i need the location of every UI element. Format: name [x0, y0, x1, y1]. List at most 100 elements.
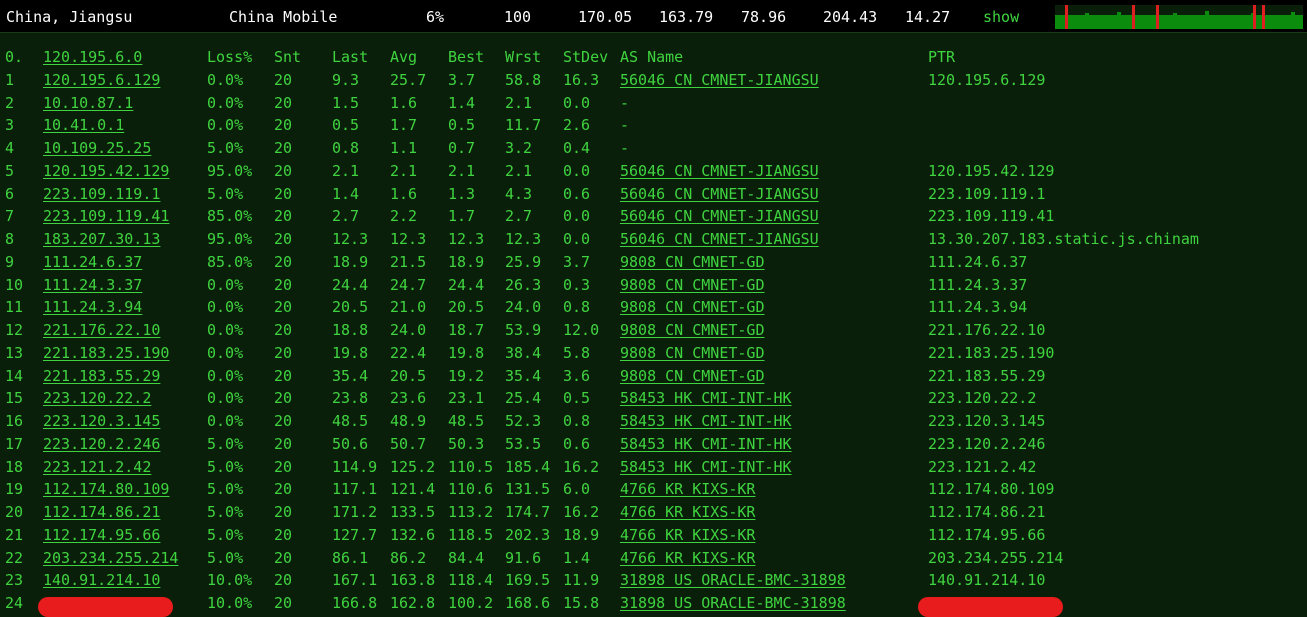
hop-as-name: - — [620, 93, 630, 112]
hop-stdev: 0.6 — [563, 434, 591, 453]
hop-host[interactable]: 223.120.22.2 — [43, 389, 151, 407]
hop-as-name[interactable]: 58453 HK CMI-INT-HK — [620, 458, 792, 476]
hop-best: 0.5 — [448, 116, 476, 135]
hop-stdev: 3.7 — [563, 252, 591, 271]
hop-as-name[interactable]: 56046 CN CMNET-JIANGSU — [620, 162, 819, 180]
hop-host[interactable]: 223.121.2.42 — [43, 458, 151, 476]
hop-host[interactable]: 223.109.119.41 — [43, 207, 169, 225]
hop-ptr: 111.24.6.37 — [928, 252, 1028, 271]
hop-host[interactable]: 120.195.6.129 — [43, 71, 160, 89]
table-row: 5 120.195.42.129 95.0% 20 2.1 2.1 2.1 2.1 0.0 560… — [0, 162, 1307, 184]
hop-ptr: 223.120.2.246 — [928, 434, 1046, 453]
hop-host[interactable]: 111.24.6.37 — [43, 253, 142, 271]
hop-as-name[interactable]: 4766 KR KIXS-KR — [620, 480, 755, 498]
hop-host[interactable]: 223.120.3.145 — [43, 412, 160, 430]
header-last: Last — [332, 48, 369, 66]
table-row: 2 10.10.87.1 0.0% 20 1.5 1.6 1.4 2.1 0.0 - — [0, 94, 1307, 116]
hop-host[interactable]: 111.24.3.94 — [43, 298, 142, 316]
hop-avg: 48.9 — [390, 412, 427, 430]
hop-sent: 20 — [274, 139, 293, 157]
hop-host[interactable]: 223.120.2.246 — [43, 435, 160, 453]
show-link[interactable]: show — [983, 8, 1019, 26]
hop-as-name[interactable]: 31898 US ORACLE-BMC-31898 — [620, 594, 846, 612]
hop-last: 18.9 — [332, 252, 369, 271]
hop-sent: 20 — [274, 184, 293, 203]
hop-number: 6 — [5, 184, 15, 203]
sparkline-bump — [1205, 11, 1209, 15]
hop-as-name[interactable]: 56046 CN CMNET-JIANGSU — [620, 207, 819, 225]
hop-worst: 25.9 — [505, 252, 542, 271]
hop-host[interactable]: 183.207.30.13 — [43, 230, 160, 248]
hop-stdev: 0.6 — [563, 184, 591, 203]
hop-loss: 0.0% — [207, 275, 244, 294]
hop-number: 10 — [5, 275, 24, 294]
hop-host[interactable]: 112.174.80.109 — [43, 480, 169, 498]
hop-host[interactable]: 221.176.22.10 — [43, 321, 160, 339]
hop-number: 4 — [5, 139, 15, 157]
hop-stdev: 1.4 — [563, 548, 591, 567]
hop-loss: 0.0% — [207, 412, 244, 430]
hop-worst: 12.3 — [505, 230, 542, 248]
hop-best: 20.5 — [448, 298, 485, 317]
hop-host[interactable]: 112.174.86.21 — [43, 503, 160, 521]
hop-host[interactable]: 223.109.119.1 — [43, 185, 160, 203]
hop-last: 166.8 — [332, 594, 378, 612]
hop-as-name[interactable]: 58453 HK CMI-INT-HK — [620, 435, 792, 453]
header-ptr: PTR — [928, 48, 956, 66]
hop-number: 16 — [5, 412, 24, 430]
hop-stdev: 6.0 — [563, 480, 591, 499]
hop-last: 1.5 — [332, 93, 360, 112]
hop-host[interactable]: 10.41.0.1 — [43, 116, 124, 134]
hop-host[interactable]: 10.109.25.25 — [43, 139, 151, 157]
hop-host[interactable]: 112.174.95.66 — [43, 526, 160, 544]
hop-loss: 5.0% — [207, 139, 244, 157]
hop-best: 24.4 — [448, 275, 485, 294]
hop-host[interactable]: 203.234.255.214 — [43, 549, 178, 567]
hop-host[interactable]: 111.24.3.37 — [43, 276, 142, 294]
header-target-host[interactable]: 120.195.6.0 — [43, 48, 142, 66]
hop-last: 9.3 — [332, 70, 360, 89]
hop-host[interactable]: 221.183.55.29 — [43, 367, 160, 385]
hop-as-name[interactable]: 58453 HK CMI-INT-HK — [620, 389, 792, 407]
hop-loss: 5.0% — [207, 434, 244, 453]
hop-ptr: 111.24.3.37 — [928, 275, 1028, 294]
hop-as-name[interactable]: 56046 CN CMNET-JIANGSU — [620, 71, 819, 89]
hop-as-name[interactable]: 9808 CN CMNET-GD — [620, 367, 765, 385]
hop-as-name[interactable]: 9808 CN CMNET-GD — [620, 298, 765, 316]
hop-as-name[interactable]: 31898 US ORACLE-BMC-31898 — [620, 571, 846, 589]
sparkline-loss-spike — [1065, 5, 1068, 29]
summary-last: 170.05 — [578, 8, 633, 26]
sparkline-loss-spike — [1262, 5, 1265, 29]
hop-host[interactable]: 140.91.214.10 — [43, 571, 160, 589]
hop-last: 86.1 — [332, 548, 369, 567]
hop-host[interactable]: 10.10.87.1 — [43, 94, 133, 112]
hop-ptr: 140.91.214.10 — [928, 571, 1046, 590]
hop-ptr: 112.174.86.21 — [928, 503, 1046, 521]
hop-as-name[interactable]: 56046 CN CMNET-JIANGSU — [620, 230, 819, 248]
hop-as-name[interactable]: 4766 KR KIXS-KR — [620, 503, 755, 521]
hop-ptr: 112.174.80.109 — [928, 480, 1055, 499]
hop-as-name[interactable]: 56046 CN CMNET-JIANGSU — [620, 185, 819, 203]
hop-as-name[interactable]: 4766 KR KIXS-KR — [620, 526, 755, 544]
hop-number: 23 — [5, 571, 24, 590]
hop-worst: 25.4 — [505, 389, 542, 408]
hop-host[interactable]: 221.183.25.190 — [43, 344, 169, 362]
hop-host[interactable]: 120.195.42.129 — [43, 162, 169, 180]
hop-sent: 20 — [274, 275, 293, 294]
hop-as-name[interactable]: 58453 HK CMI-INT-HK — [620, 412, 792, 430]
hop-number: 19 — [5, 480, 24, 499]
hop-as-name[interactable]: 9808 CN CMNET-GD — [620, 276, 765, 294]
hop-sent: 20 — [274, 434, 293, 453]
hop-last: 0.8 — [332, 139, 360, 157]
hop-as-name[interactable]: 4766 KR KIXS-KR — [620, 549, 755, 567]
hop-number: 14 — [5, 366, 24, 385]
hop-as-name[interactable]: 9808 CN CMNET-GD — [620, 321, 765, 339]
hop-loss: 10.0% — [207, 571, 253, 590]
hop-sent: 20 — [274, 525, 293, 544]
hop-as-name[interactable]: 9808 CN CMNET-GD — [620, 253, 765, 271]
hop-worst: 58.8 — [505, 70, 542, 89]
header-stdev: StDev — [563, 48, 609, 66]
hop-sent: 20 — [274, 298, 293, 317]
hop-as-name[interactable]: 9808 CN CMNET-GD — [620, 344, 765, 362]
hop-best: 19.8 — [448, 343, 485, 362]
